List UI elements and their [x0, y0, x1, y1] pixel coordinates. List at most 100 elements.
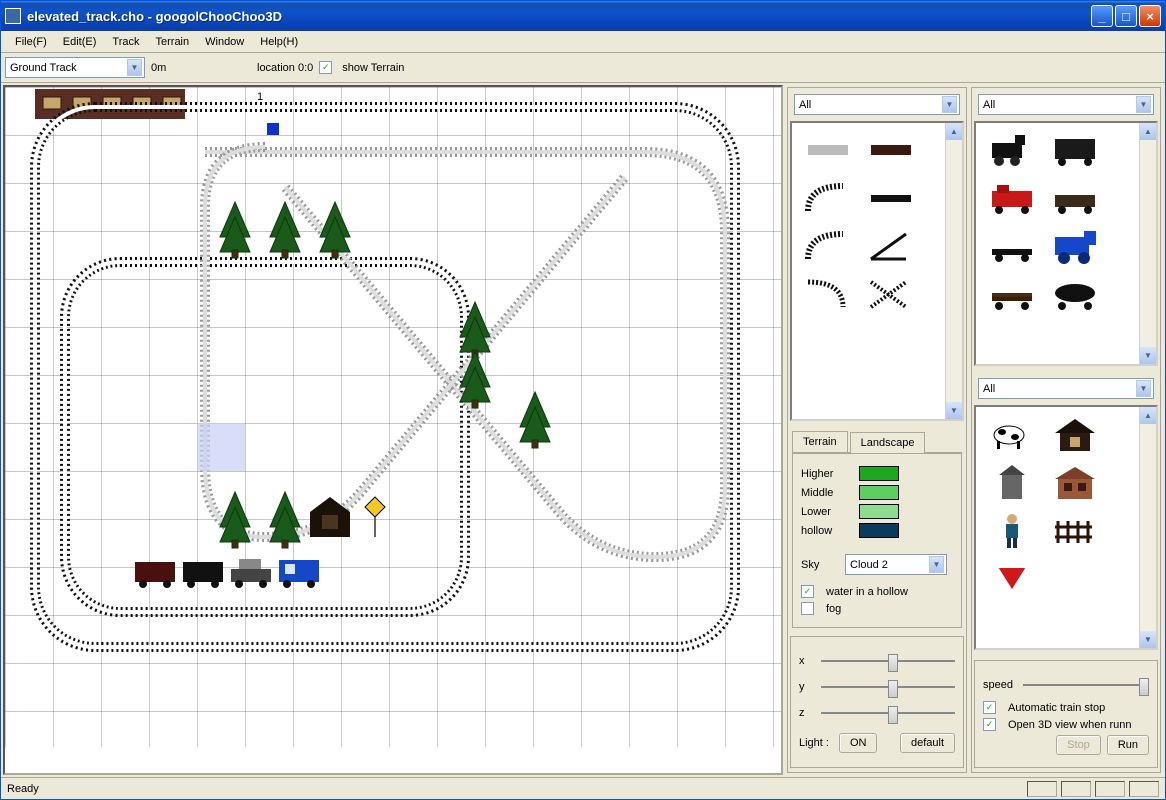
- canvas-marker: 1: [257, 91, 263, 103]
- tab-landscape[interactable]: Landscape: [850, 432, 926, 453]
- toolbar: Ground Track ▼ 0m location 0:0 ✓ show Te…: [1, 53, 1165, 83]
- track-filter-select[interactable]: All ▼: [794, 94, 960, 115]
- speed-label: speed: [983, 679, 1013, 691]
- level-lower-swatch[interactable]: [859, 504, 899, 519]
- level-middle-swatch[interactable]: [859, 485, 899, 500]
- object-scrollbar[interactable]: ▲▼: [1139, 407, 1156, 648]
- statusbar: Ready: [1, 777, 1165, 799]
- open3d-checkbox[interactable]: ✓: [983, 718, 996, 731]
- track-curve-icon[interactable]: [800, 179, 855, 219]
- height-readout: 0m: [151, 62, 251, 74]
- transform-sliders: x y z Light : ON default: [790, 636, 964, 768]
- status-well: [1095, 781, 1125, 797]
- chevron-down-icon: ▼: [127, 59, 142, 76]
- level-hollow-swatch[interactable]: [859, 523, 899, 538]
- status-well: [1061, 781, 1091, 797]
- track-straight2-icon[interactable]: [863, 179, 918, 219]
- fence-icon[interactable]: [1047, 511, 1102, 551]
- terrain-tabs: Terrain Landscape: [792, 431, 962, 453]
- track-straight-icon[interactable]: [800, 131, 855, 171]
- track-layout-svg: 1: [5, 87, 783, 747]
- show-terrain-checkbox[interactable]: ✓: [319, 61, 332, 74]
- level-middle-label: Middle: [801, 487, 851, 499]
- house-dark-icon[interactable]: [1047, 415, 1102, 455]
- flatcar-icon[interactable]: [984, 227, 1039, 267]
- track-curve2-icon[interactable]: [800, 227, 855, 267]
- layout-canvas[interactable]: 1: [3, 85, 783, 775]
- light-toggle-button[interactable]: ON: [839, 733, 878, 753]
- steam-loco-icon[interactable]: [984, 131, 1039, 171]
- train-palette[interactable]: ▲▼: [974, 121, 1158, 366]
- track-switch-icon[interactable]: [863, 227, 918, 267]
- gondola-icon[interactable]: [1047, 179, 1102, 219]
- chevron-down-icon: ▼: [1136, 96, 1151, 113]
- auto-stop-checkbox[interactable]: ✓: [983, 701, 996, 714]
- fog-label: fog: [826, 603, 841, 615]
- menu-window[interactable]: Window: [197, 33, 252, 51]
- titlebar: elevated_track.cho - googolChooChoo3D _ …: [1, 1, 1165, 31]
- water-checkbox[interactable]: ✓: [801, 585, 814, 598]
- sky-label: Sky: [801, 559, 831, 571]
- menu-help[interactable]: Help(H): [252, 33, 306, 51]
- red-caboose-icon[interactable]: [984, 179, 1039, 219]
- chevron-down-icon: ▼: [929, 556, 944, 573]
- yield-sign-icon[interactable]: [984, 559, 1039, 599]
- y-slider[interactable]: [821, 677, 955, 697]
- level-higher-swatch[interactable]: [859, 466, 899, 481]
- z-slider[interactable]: [821, 703, 955, 723]
- track-curve3-icon[interactable]: [800, 275, 855, 315]
- run-button[interactable]: Run: [1107, 735, 1149, 755]
- maximize-button[interactable]: □: [1115, 5, 1137, 27]
- track-piece-palette[interactable]: ▲▼: [790, 121, 964, 421]
- cow-icon[interactable]: [984, 415, 1039, 455]
- minimize-button[interactable]: _: [1091, 5, 1113, 27]
- right-panel: All ▼ ▲▼ Terrai: [785, 83, 1165, 777]
- house-brick-icon[interactable]: [1047, 463, 1102, 503]
- track-cross-icon[interactable]: [863, 275, 918, 315]
- level-higher-label: Higher: [801, 468, 851, 480]
- default-button[interactable]: default: [900, 733, 955, 753]
- open3d-label: Open 3D view when runn: [1008, 719, 1132, 731]
- boxcar-icon[interactable]: [1047, 131, 1102, 171]
- fog-checkbox[interactable]: [801, 602, 814, 615]
- log-car-icon[interactable]: [984, 275, 1039, 315]
- menu-edit[interactable]: Edit(E): [55, 33, 105, 51]
- show-terrain-label: show Terrain: [342, 62, 404, 74]
- tower-icon[interactable]: [984, 463, 1039, 503]
- sky-select[interactable]: Cloud 2 ▼: [845, 554, 947, 575]
- blue-loco-icon[interactable]: [1047, 227, 1102, 267]
- z-label: z: [799, 707, 811, 719]
- app-window: elevated_track.cho - googolChooChoo3D _ …: [0, 0, 1166, 800]
- status-well: [1129, 781, 1159, 797]
- menu-terrain[interactable]: Terrain: [148, 33, 198, 51]
- app-icon: [5, 8, 21, 24]
- location-readout: location 0:0: [257, 62, 313, 74]
- light-label: Light :: [799, 737, 829, 749]
- object-palette[interactable]: ▲▼: [974, 405, 1158, 650]
- landscape-pane: Higher Middle Lower hollow Sky Cloud 2 ▼…: [792, 453, 962, 628]
- train-scrollbar[interactable]: ▲▼: [1139, 123, 1156, 364]
- auto-stop-label: Automatic train stop: [1008, 702, 1105, 714]
- speed-slider[interactable]: [1023, 675, 1149, 695]
- train-filter-select[interactable]: All ▼: [978, 94, 1154, 115]
- y-label: y: [799, 681, 811, 693]
- level-lower-label: Lower: [801, 506, 851, 518]
- track-layer-select[interactable]: Ground Track ▼: [5, 57, 145, 78]
- person-icon[interactable]: [984, 511, 1039, 551]
- track-scrollbar[interactable]: ▲▼: [945, 123, 962, 419]
- menu-file[interactable]: File(F): [7, 33, 55, 51]
- x-slider[interactable]: [821, 651, 955, 671]
- chevron-down-icon: ▼: [942, 96, 957, 113]
- track-bridge-icon[interactable]: [863, 131, 918, 171]
- tab-terrain[interactable]: Terrain: [792, 431, 848, 452]
- level-hollow-label: hollow: [801, 525, 851, 537]
- tank-car-icon[interactable]: [1047, 275, 1102, 315]
- content-area: 1: [1, 83, 1165, 777]
- chevron-down-icon: ▼: [1136, 380, 1151, 397]
- track-layer-value: Ground Track: [10, 62, 127, 74]
- close-button[interactable]: ×: [1139, 5, 1161, 27]
- stop-button[interactable]: Stop: [1056, 735, 1101, 755]
- x-label: x: [799, 655, 811, 667]
- object-filter-select[interactable]: All ▼: [978, 378, 1154, 399]
- menu-track[interactable]: Track: [104, 33, 147, 51]
